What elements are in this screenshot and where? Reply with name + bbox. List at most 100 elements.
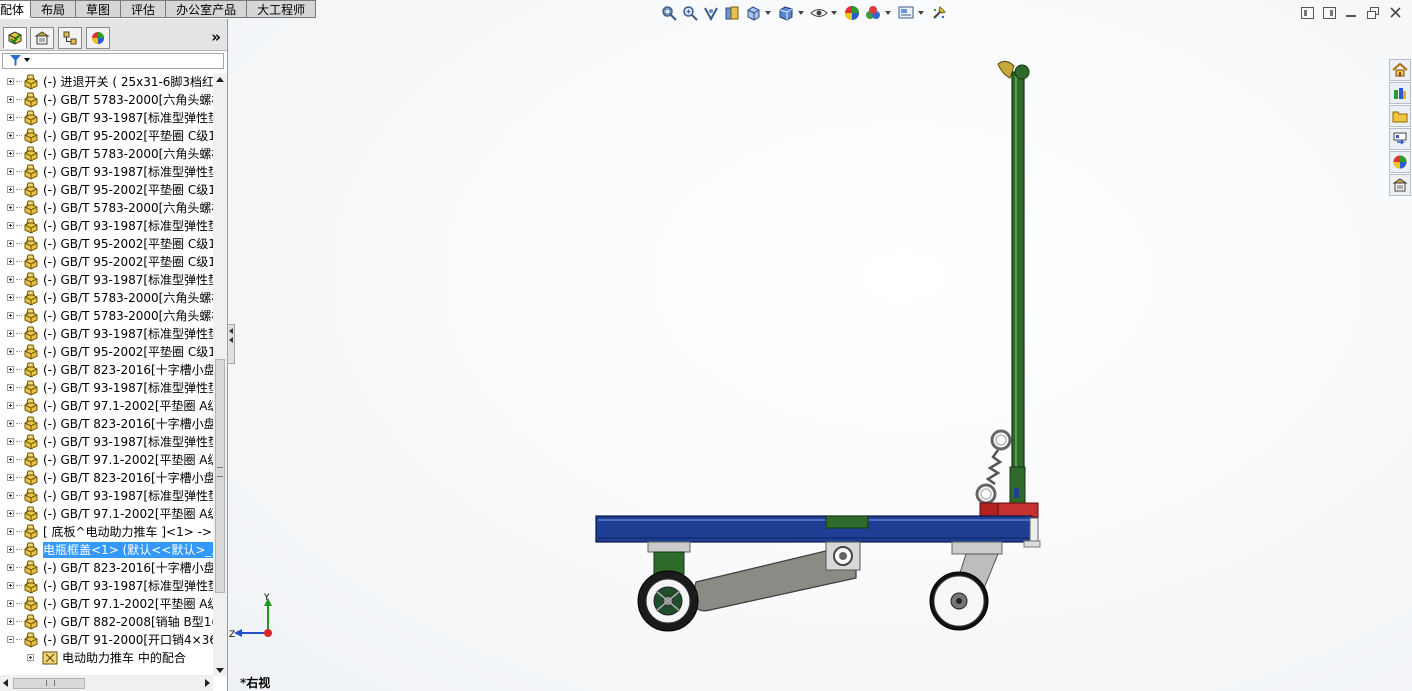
expand-icon[interactable] xyxy=(7,78,14,85)
tree-item[interactable]: (-) GB/T 95-2002[平垫圈 C级1 xyxy=(0,343,213,361)
expand-icon[interactable] xyxy=(7,474,14,481)
feature-manager-tab[interactable] xyxy=(3,27,27,49)
rear-wheel-mount[interactable] xyxy=(647,541,691,575)
tree-item[interactable]: (-) GB/T 823-2016[十字槽小盘 xyxy=(0,415,213,433)
command-tab[interactable]: 布局 xyxy=(31,0,77,18)
scroll-right-icon[interactable] xyxy=(205,679,210,687)
command-tab[interactable]: 评估 xyxy=(121,0,167,18)
expand-icon[interactable] xyxy=(7,366,14,373)
expand-icon[interactable] xyxy=(7,384,14,391)
tree-item[interactable]: 电动助力推车 中的配合 xyxy=(0,649,213,667)
expand-icon[interactable] xyxy=(7,168,14,175)
tile-horizontal-button[interactable] xyxy=(1300,6,1314,19)
tree-item[interactable]: (-) GB/T 97.1-2002[平垫圈 A级 xyxy=(0,397,213,415)
collapse-icon[interactable] xyxy=(7,636,14,643)
expand-icon[interactable] xyxy=(7,186,14,193)
scroll-left-icon[interactable] xyxy=(3,679,8,687)
caster-wheel[interactable] xyxy=(929,571,989,631)
assembly-model[interactable] xyxy=(588,54,1048,644)
chevron-down-icon[interactable] xyxy=(831,11,837,15)
expand-icon[interactable] xyxy=(7,150,14,157)
tree-item[interactable]: (-) GB/T 5783-2000[六角头螺栓 xyxy=(0,199,213,217)
expand-icon[interactable] xyxy=(7,582,14,589)
minimize-button[interactable] xyxy=(1344,6,1358,19)
drive-wheel[interactable] xyxy=(637,570,699,632)
tree-item[interactable]: (-) GB/T 95-2002[平垫圈 C级1 xyxy=(0,127,213,145)
tree-item[interactable]: (-) GB/T 97.1-2002[平垫圈 A级 xyxy=(0,505,213,523)
tree-item[interactable]: (-) GB/T 95-2002[平垫圈 C级1 xyxy=(0,235,213,253)
tree-item[interactable]: (-) 进退开关 ( 25x31-6脚3档红( xyxy=(0,73,213,91)
task-pane-file-explorer[interactable] xyxy=(1389,105,1411,127)
expand-icon[interactable] xyxy=(7,114,14,121)
restore-button[interactable] xyxy=(1366,6,1380,19)
expand-icon[interactable] xyxy=(7,456,14,463)
tree-item[interactable]: (-) GB/T 93-1987[标准型弹性垫 xyxy=(0,217,213,235)
zoom-to-fit-button[interactable] xyxy=(660,4,678,22)
view-orientation-button[interactable] xyxy=(744,4,762,22)
task-pane-view-palette[interactable] xyxy=(1389,128,1411,150)
tree-item[interactable]: (-) GB/T 93-1987[标准型弹性垫 xyxy=(0,487,213,505)
tree-item[interactable]: (-) GB/T 5783-2000[六角头螺栓 xyxy=(0,145,213,163)
tree-item[interactable]: 电瓶框盖<1> (默认<<默认>_显 xyxy=(0,541,213,559)
expand-icon[interactable] xyxy=(7,204,14,211)
expand-icon[interactable] xyxy=(7,600,14,607)
tree-item[interactable]: (-) GB/T 93-1987[标准型弹性垫 xyxy=(0,379,213,397)
apply-scene-button[interactable] xyxy=(864,4,882,22)
tile-vertical-button[interactable] xyxy=(1322,6,1336,19)
tree-item[interactable]: (-) GB/T 823-2016[十字槽小盘 xyxy=(0,361,213,379)
tree-filter[interactable] xyxy=(2,53,224,69)
chevron-down-icon[interactable] xyxy=(798,11,804,15)
chevron-down-icon[interactable] xyxy=(765,11,771,15)
hide-show-items-button[interactable] xyxy=(810,4,828,22)
tree-item[interactable]: (-) GB/T 93-1987[标准型弹性垫 xyxy=(0,577,213,595)
tree-item[interactable]: (-) GB/T 5783-2000[六角头螺栓 xyxy=(0,307,213,325)
close-button[interactable] xyxy=(1388,6,1402,19)
expand-icon[interactable] xyxy=(7,348,14,355)
scroll-up-icon[interactable] xyxy=(216,77,224,82)
chevron-down-icon[interactable] xyxy=(918,11,924,15)
section-view-button[interactable] xyxy=(723,4,741,22)
expand-icon[interactable] xyxy=(27,654,34,661)
expand-icon[interactable] xyxy=(7,240,14,247)
expand-icon[interactable] xyxy=(7,564,14,571)
expand-icon[interactable] xyxy=(7,420,14,427)
expand-icon[interactable] xyxy=(7,492,14,499)
tree-item[interactable]: (-) GB/T 882-2008[销轴 B型1( xyxy=(0,613,213,631)
tree-item[interactable]: (-) GB/T 823-2016[十字槽小盘 xyxy=(0,469,213,487)
tree-item[interactable]: (-) GB/T 95-2002[平垫圈 C级1 xyxy=(0,181,213,199)
expand-icon[interactable] xyxy=(7,528,14,535)
configuration-manager-tab[interactable] xyxy=(58,27,82,49)
tree-item[interactable]: (-) GB/T 93-1987[标准型弹性垫 xyxy=(0,163,213,181)
task-pane-home[interactable] xyxy=(1389,59,1411,81)
edit-appearance-button[interactable] xyxy=(843,4,861,22)
tree-vertical-scrollbar[interactable] xyxy=(213,73,227,676)
panel-collapse-handle[interactable] xyxy=(227,324,235,364)
tree-item[interactable]: (-) GB/T 93-1987[标准型弹性垫 xyxy=(0,433,213,451)
tree-item[interactable]: (-) GB/T 5783-2000[六角头螺栓 xyxy=(0,91,213,109)
view-settings-button[interactable] xyxy=(897,4,915,22)
panel-expand-button[interactable]: » xyxy=(211,28,221,46)
deck-end-cap[interactable] xyxy=(1029,517,1039,545)
tree-item[interactable]: (-) GB/T 93-1987[标准型弹性垫 xyxy=(0,325,213,343)
tree-item[interactable]: (-) GB/T 93-1987[标准型弹性垫 xyxy=(0,271,213,289)
tree-horizontal-scrollbar[interactable] xyxy=(0,675,213,691)
expand-icon[interactable] xyxy=(7,258,14,265)
tree-item[interactable]: (-) GB/T 97.1-2002[平垫圈 A级 xyxy=(0,595,213,613)
expand-icon[interactable] xyxy=(7,510,14,517)
zoom-to-area-button[interactable] xyxy=(681,4,699,22)
previous-view-button[interactable] xyxy=(702,4,720,22)
command-tab[interactable]: 草图 xyxy=(76,0,122,18)
tree-item[interactable]: (-) GB/T 5783-2000[六角头螺栓 xyxy=(0,289,213,307)
spring-assembly[interactable] xyxy=(975,429,1012,505)
handle-sleeve[interactable] xyxy=(1009,466,1026,506)
property-manager-tab[interactable] xyxy=(30,27,54,49)
task-pane-appearances[interactable] xyxy=(1389,151,1411,173)
rotate-view-button[interactable] xyxy=(930,4,948,22)
tree-item[interactable]: (-) GB/T 93-1987[标准型弹性垫 xyxy=(0,109,213,127)
expand-icon[interactable] xyxy=(7,132,14,139)
task-pane-design-library[interactable] xyxy=(1389,82,1411,104)
tree-item[interactable]: (-) GB/T 97.1-2002[平垫圈 A级 xyxy=(0,451,213,469)
expand-icon[interactable] xyxy=(7,618,14,625)
command-tab[interactable]: 办公室产品 xyxy=(166,0,248,18)
expand-icon[interactable] xyxy=(7,96,14,103)
